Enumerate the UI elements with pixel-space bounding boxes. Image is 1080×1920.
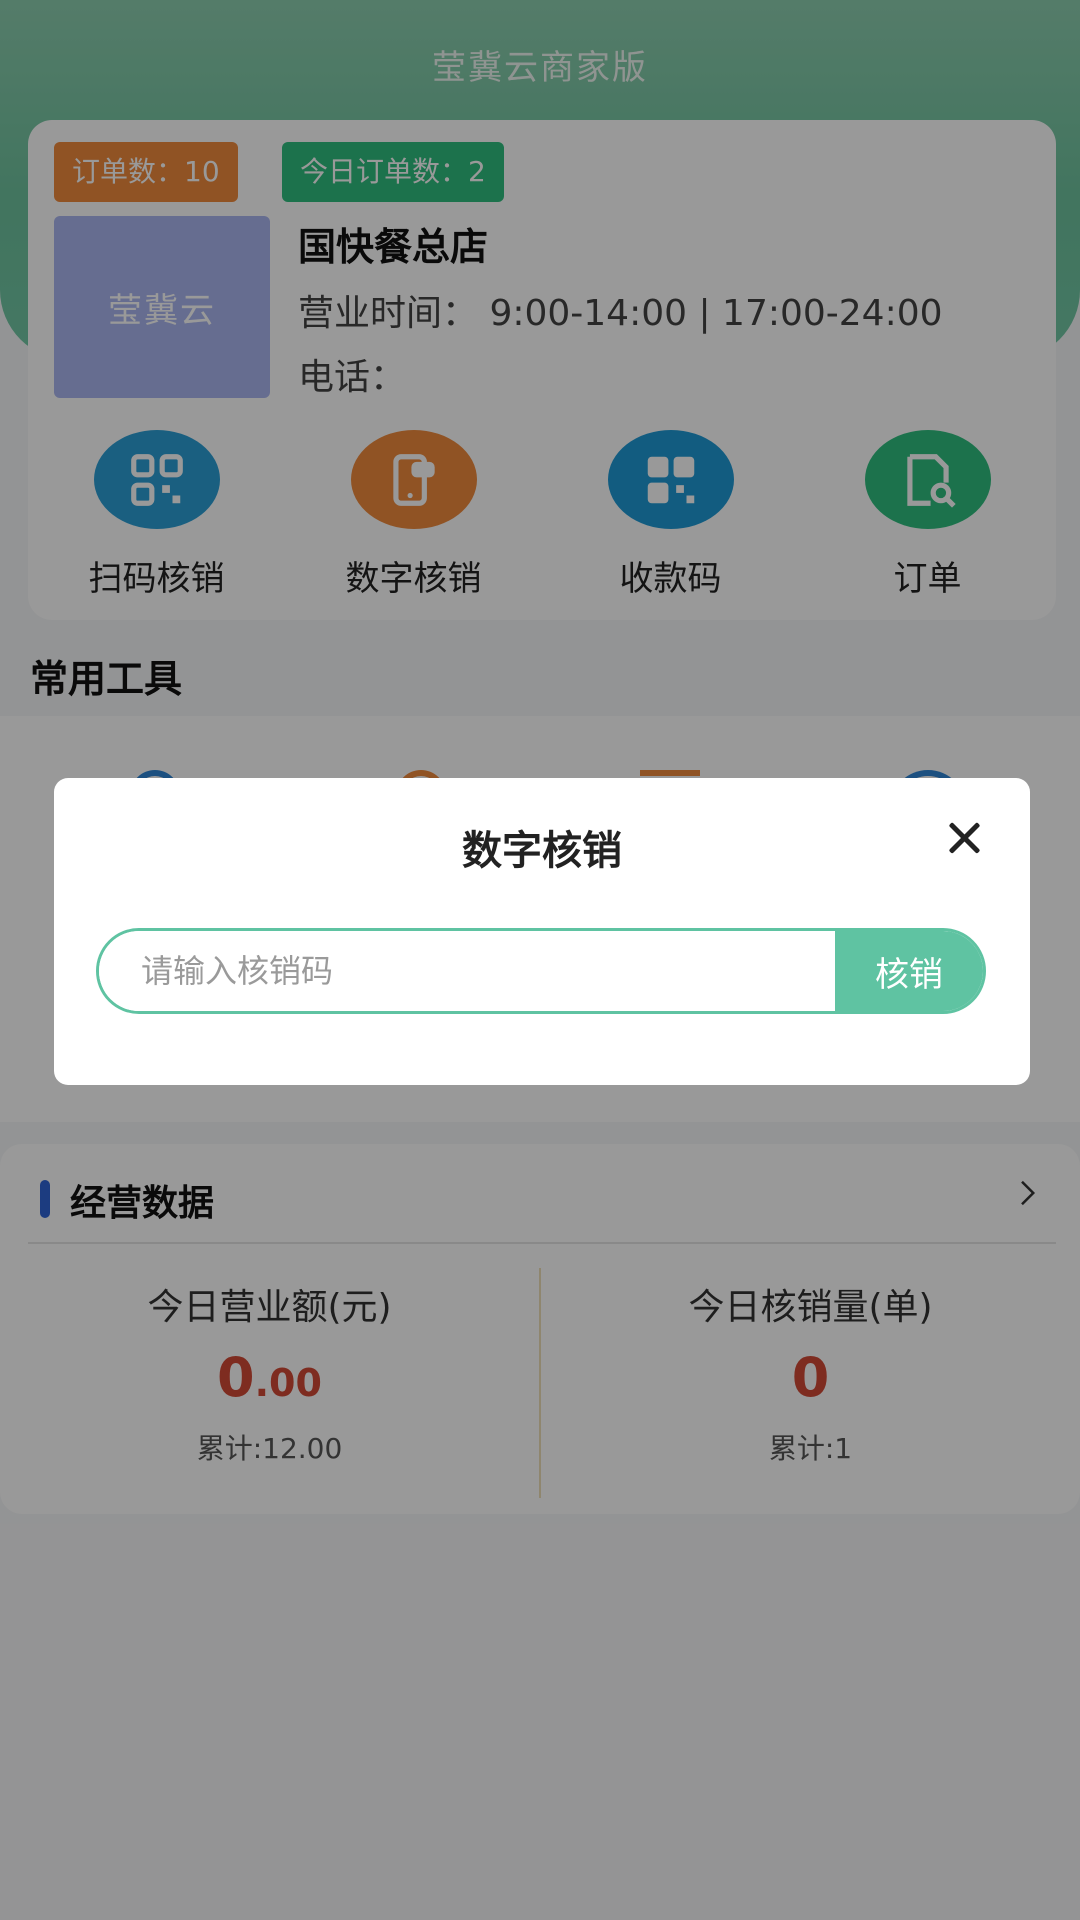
verify-code-row: 核销 bbox=[96, 928, 986, 1014]
verify-code-input[interactable] bbox=[99, 931, 835, 1011]
modal-title: 数字核销 bbox=[462, 828, 622, 874]
digit-verify-modal: 数字核销 核销 bbox=[54, 778, 1030, 1085]
close-icon[interactable] bbox=[944, 818, 984, 858]
verify-submit-button[interactable]: 核销 bbox=[835, 931, 983, 1011]
